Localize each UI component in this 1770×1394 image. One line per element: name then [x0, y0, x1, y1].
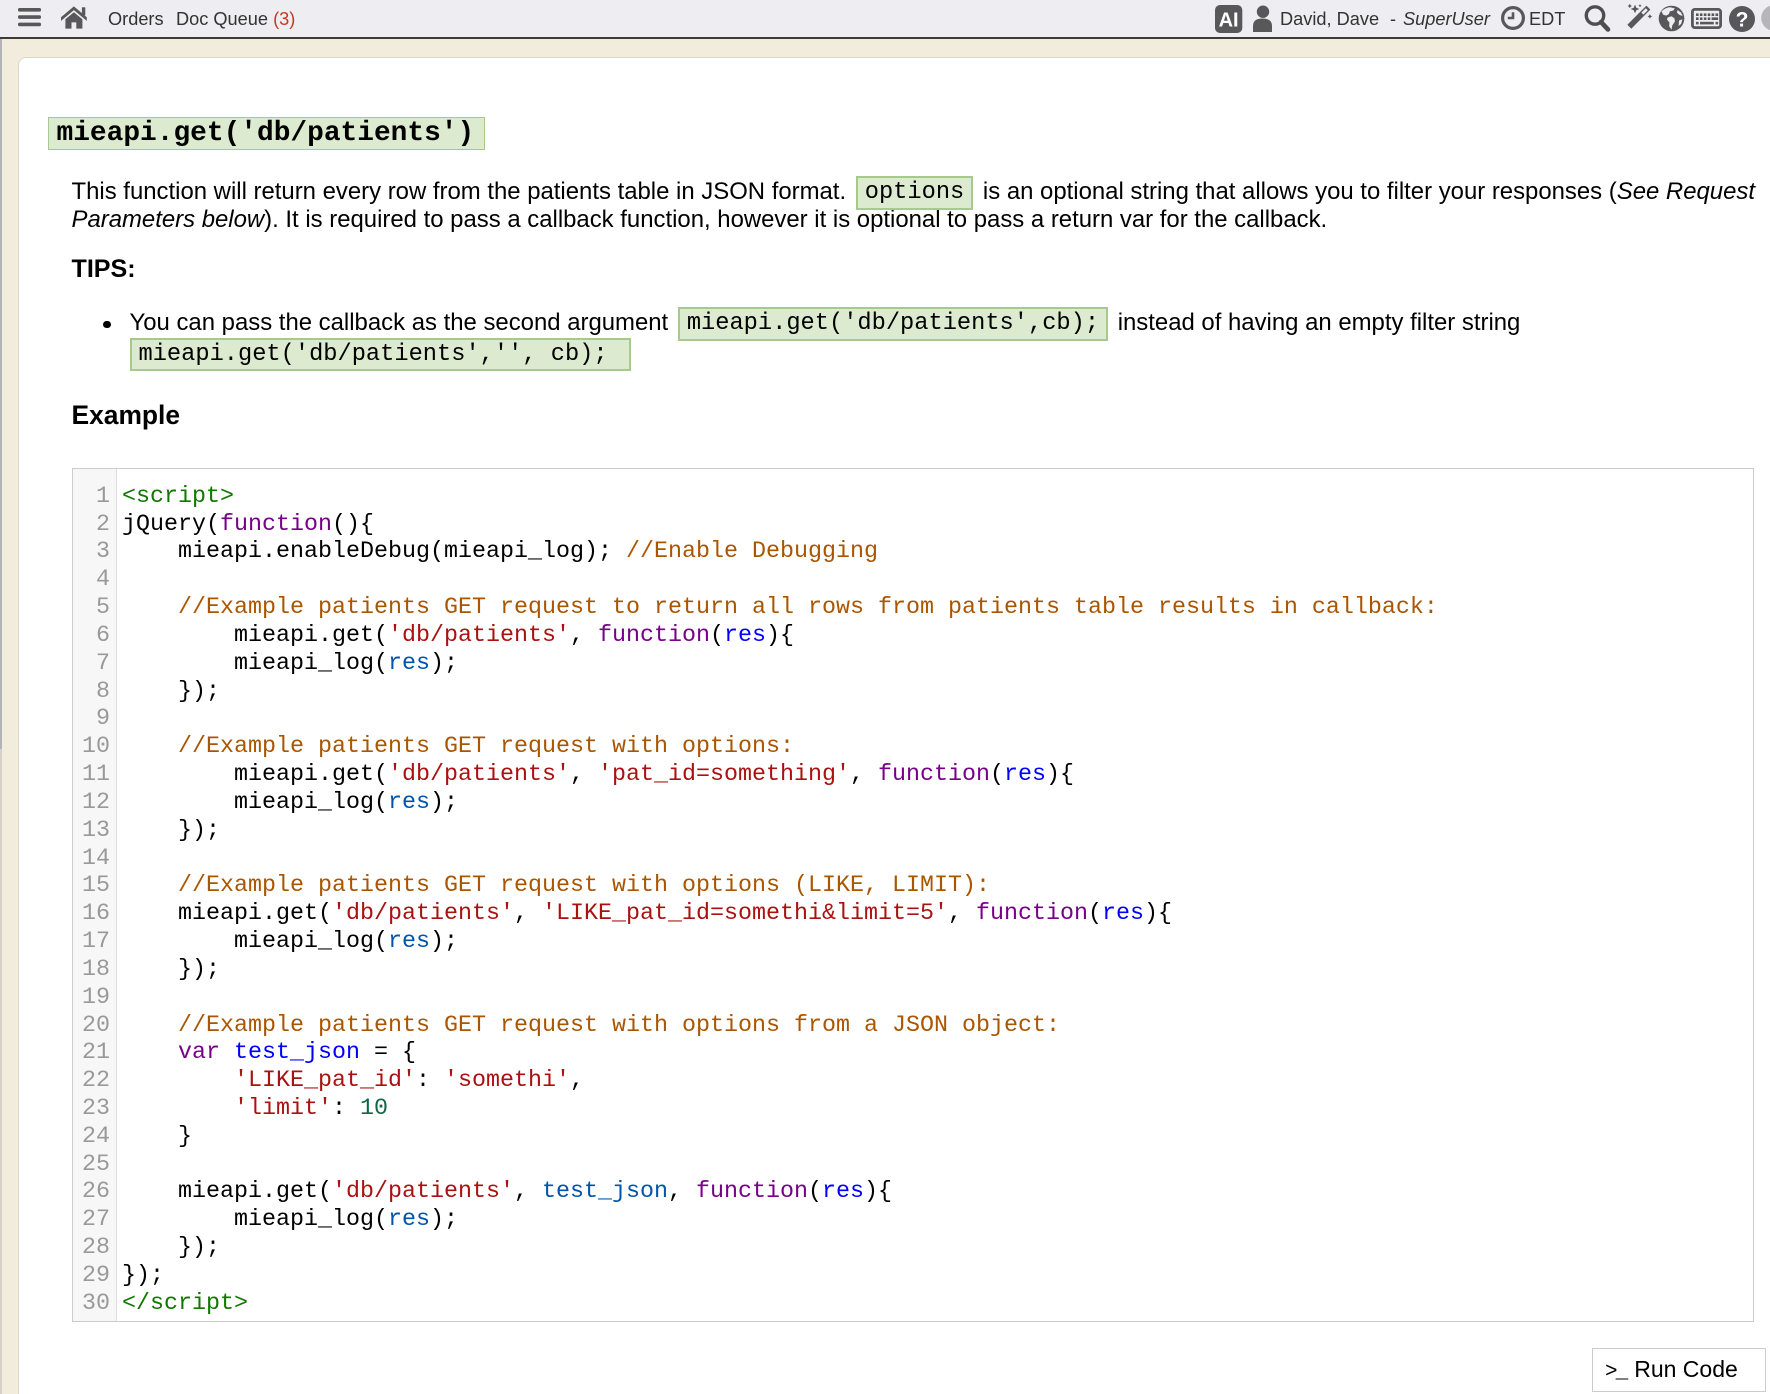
svg-text:AI: AI	[1219, 10, 1239, 32]
svg-text:?: ?	[1736, 8, 1749, 31]
